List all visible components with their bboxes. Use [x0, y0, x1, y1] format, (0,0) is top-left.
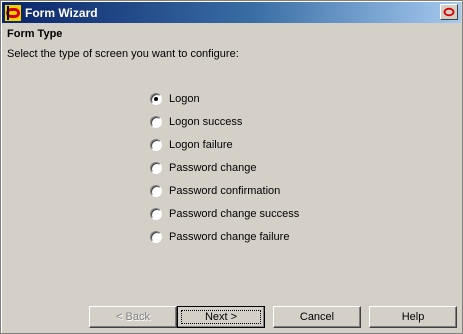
option-label: Password change success	[169, 207, 300, 220]
form-wizard-window: Form Wizard Form Type Select the type of…	[0, 0, 463, 334]
option-password-change-success[interactable]: Password change success	[150, 202, 299, 225]
instruction-text: Select the type of screen you want to co…	[7, 48, 239, 60]
option-password-confirmation[interactable]: Password confirmation	[150, 179, 299, 202]
radio-button[interactable]	[150, 115, 162, 128]
help-button[interactable]: Help	[369, 306, 457, 328]
option-password-change[interactable]: Password change	[150, 156, 299, 179]
radio-button[interactable]	[150, 207, 162, 220]
option-label: Logon	[169, 92, 200, 105]
radio-button[interactable]	[150, 138, 162, 151]
option-password-change-failure[interactable]: Password change failure	[150, 225, 299, 248]
window-title: Form Wizard	[25, 5, 98, 20]
radio-button[interactable]	[150, 230, 162, 243]
next-button[interactable]: Next >	[177, 306, 265, 328]
section-title: Form Type	[7, 28, 63, 40]
option-label: Logon success	[169, 115, 243, 128]
back-button[interactable]: < Back	[89, 306, 177, 328]
option-logon[interactable]: Logon	[150, 87, 299, 110]
form-type-options: Logon Logon success Logon failure Passwo…	[150, 87, 299, 248]
close-icon	[443, 7, 455, 17]
option-label: Password change	[169, 161, 257, 174]
radio-button[interactable]	[150, 184, 162, 197]
option-label: Password change failure	[169, 230, 290, 243]
cancel-button[interactable]: Cancel	[273, 306, 361, 328]
radio-button[interactable]	[150, 92, 162, 105]
radio-button[interactable]	[150, 161, 162, 174]
option-logon-success[interactable]: Logon success	[150, 110, 299, 133]
option-logon-failure[interactable]: Logon failure	[150, 133, 299, 156]
title-bar[interactable]: Form Wizard	[2, 2, 461, 23]
option-label: Logon failure	[169, 138, 233, 151]
option-label: Password confirmation	[169, 184, 281, 197]
oracle-forms-icon	[5, 4, 21, 21]
close-button[interactable]	[440, 4, 458, 20]
